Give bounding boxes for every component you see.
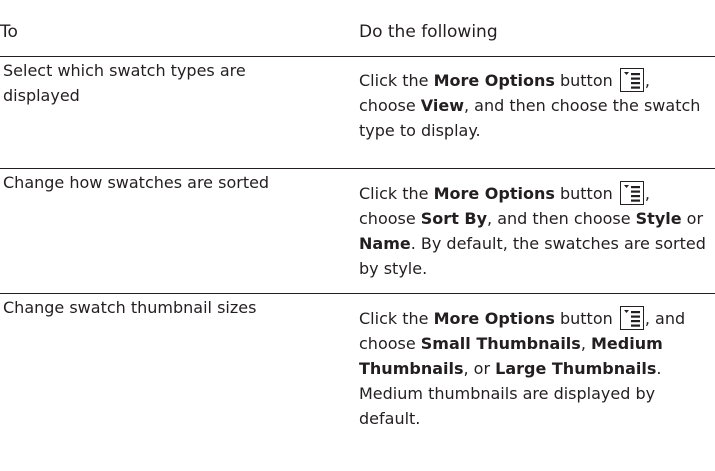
more-options-label: More Options: [433, 309, 555, 328]
row-to-cell: Change how swatches are sorted: [3, 173, 270, 192]
table-header: To Do the following: [0, 0, 715, 57]
more-options-icon: [619, 68, 644, 92]
more-options-icon: [619, 306, 644, 330]
table-row: Change swatch thumbnail sizes Click the …: [0, 294, 715, 471]
row-do-cell: Click the More Options button , and choo…: [359, 306, 709, 431]
more-options-label: More Options: [433, 71, 555, 90]
more-options-icon: [619, 181, 644, 205]
row-to-cell: Select which swatch types are displayed: [3, 61, 246, 105]
table-row: Select which swatch types are displayed …: [0, 57, 715, 169]
table-row: Change how swatches are sorted Click the…: [0, 169, 715, 294]
more-options-label: More Options: [433, 184, 555, 203]
row-to-cell: Change swatch thumbnail sizes: [3, 298, 257, 317]
header-do-the-following: Do the following: [359, 22, 498, 42]
row-do-cell: Click the More Options button , choose V…: [359, 68, 709, 143]
header-to: To: [0, 22, 18, 42]
row-do-cell: Click the More Options button , choose S…: [359, 181, 709, 281]
